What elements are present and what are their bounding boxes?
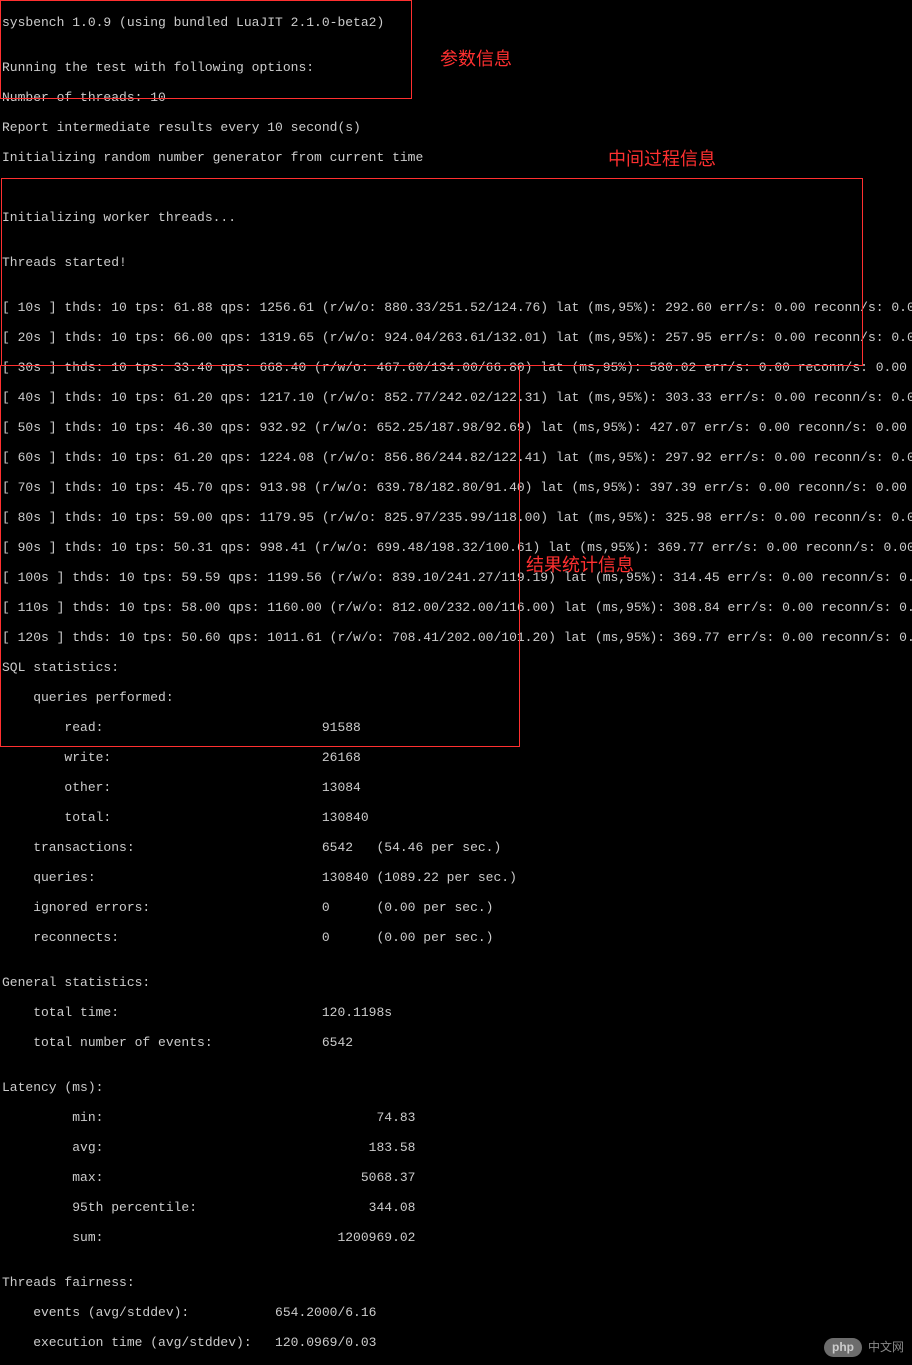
stats-line: total number of events: 6542: [2, 1035, 910, 1050]
stats-line: transactions: 6542 (54.46 per sec.): [2, 840, 910, 855]
stats-line: total time: 120.1198s: [2, 1005, 910, 1020]
header-line: Number of threads: 10: [2, 90, 910, 105]
header-line: sysbench 1.0.9 (using bundled LuaJIT 2.1…: [2, 15, 910, 30]
stats-line: reconnects: 0 (0.00 per sec.): [2, 930, 910, 945]
stats-line: ignored errors: 0 (0.00 per sec.): [2, 900, 910, 915]
stats-line: max: 5068.37: [2, 1170, 910, 1185]
stats-line: sum: 1200969.02: [2, 1230, 910, 1245]
progress-line: [ 70s ] thds: 10 tps: 45.70 qps: 913.98 …: [2, 480, 910, 495]
stats-line: read: 91588: [2, 720, 910, 735]
progress-line: [ 110s ] thds: 10 tps: 58.00 qps: 1160.0…: [2, 600, 910, 615]
stats-line: total: 130840: [2, 810, 910, 825]
stats-line: avg: 183.58: [2, 1140, 910, 1155]
stats-line: queries: 130840 (1089.22 per sec.): [2, 870, 910, 885]
watermark: php 中文网: [824, 1338, 904, 1357]
progress-line: [ 80s ] thds: 10 tps: 59.00 qps: 1179.95…: [2, 510, 910, 525]
stats-line: events (avg/stddev): 654.2000/6.16: [2, 1305, 910, 1320]
progress-line: [ 30s ] thds: 10 tps: 33.40 qps: 668.40 …: [2, 360, 910, 375]
header-line: Report intermediate results every 10 sec…: [2, 120, 910, 135]
header-line: Initializing random number generator fro…: [2, 150, 910, 165]
header-line: Running the test with following options:: [2, 60, 910, 75]
stats-line: Latency (ms):: [2, 1080, 910, 1095]
gap-line: Initializing worker threads...: [2, 210, 910, 225]
progress-line: [ 120s ] thds: 10 tps: 50.60 qps: 1011.6…: [2, 630, 910, 645]
gap-line: Threads started!: [2, 255, 910, 270]
stats-line: execution time (avg/stddev): 120.0969/0.…: [2, 1335, 910, 1350]
stats-line: min: 74.83: [2, 1110, 910, 1125]
watermark-badge: php: [824, 1338, 862, 1357]
progress-line: [ 90s ] thds: 10 tps: 50.31 qps: 998.41 …: [2, 540, 910, 555]
stats-line: SQL statistics:: [2, 660, 910, 675]
stats-line: other: 13084: [2, 780, 910, 795]
progress-line: [ 50s ] thds: 10 tps: 46.30 qps: 932.92 …: [2, 420, 910, 435]
progress-line: [ 60s ] thds: 10 tps: 61.20 qps: 1224.08…: [2, 450, 910, 465]
stats-line: write: 26168: [2, 750, 910, 765]
stats-line: Threads fairness:: [2, 1275, 910, 1290]
progress-line: [ 10s ] thds: 10 tps: 61.88 qps: 1256.61…: [2, 300, 910, 315]
progress-line: [ 100s ] thds: 10 tps: 59.59 qps: 1199.5…: [2, 570, 910, 585]
progress-line: [ 40s ] thds: 10 tps: 61.20 qps: 1217.10…: [2, 390, 910, 405]
watermark-text: 中文网: [868, 1340, 904, 1355]
stats-line: General statistics:: [2, 975, 910, 990]
terminal-output: sysbench 1.0.9 (using bundled LuaJIT 2.1…: [0, 0, 912, 1365]
progress-line: [ 20s ] thds: 10 tps: 66.00 qps: 1319.65…: [2, 330, 910, 345]
stats-line: queries performed:: [2, 690, 910, 705]
stats-line: 95th percentile: 344.08: [2, 1200, 910, 1215]
